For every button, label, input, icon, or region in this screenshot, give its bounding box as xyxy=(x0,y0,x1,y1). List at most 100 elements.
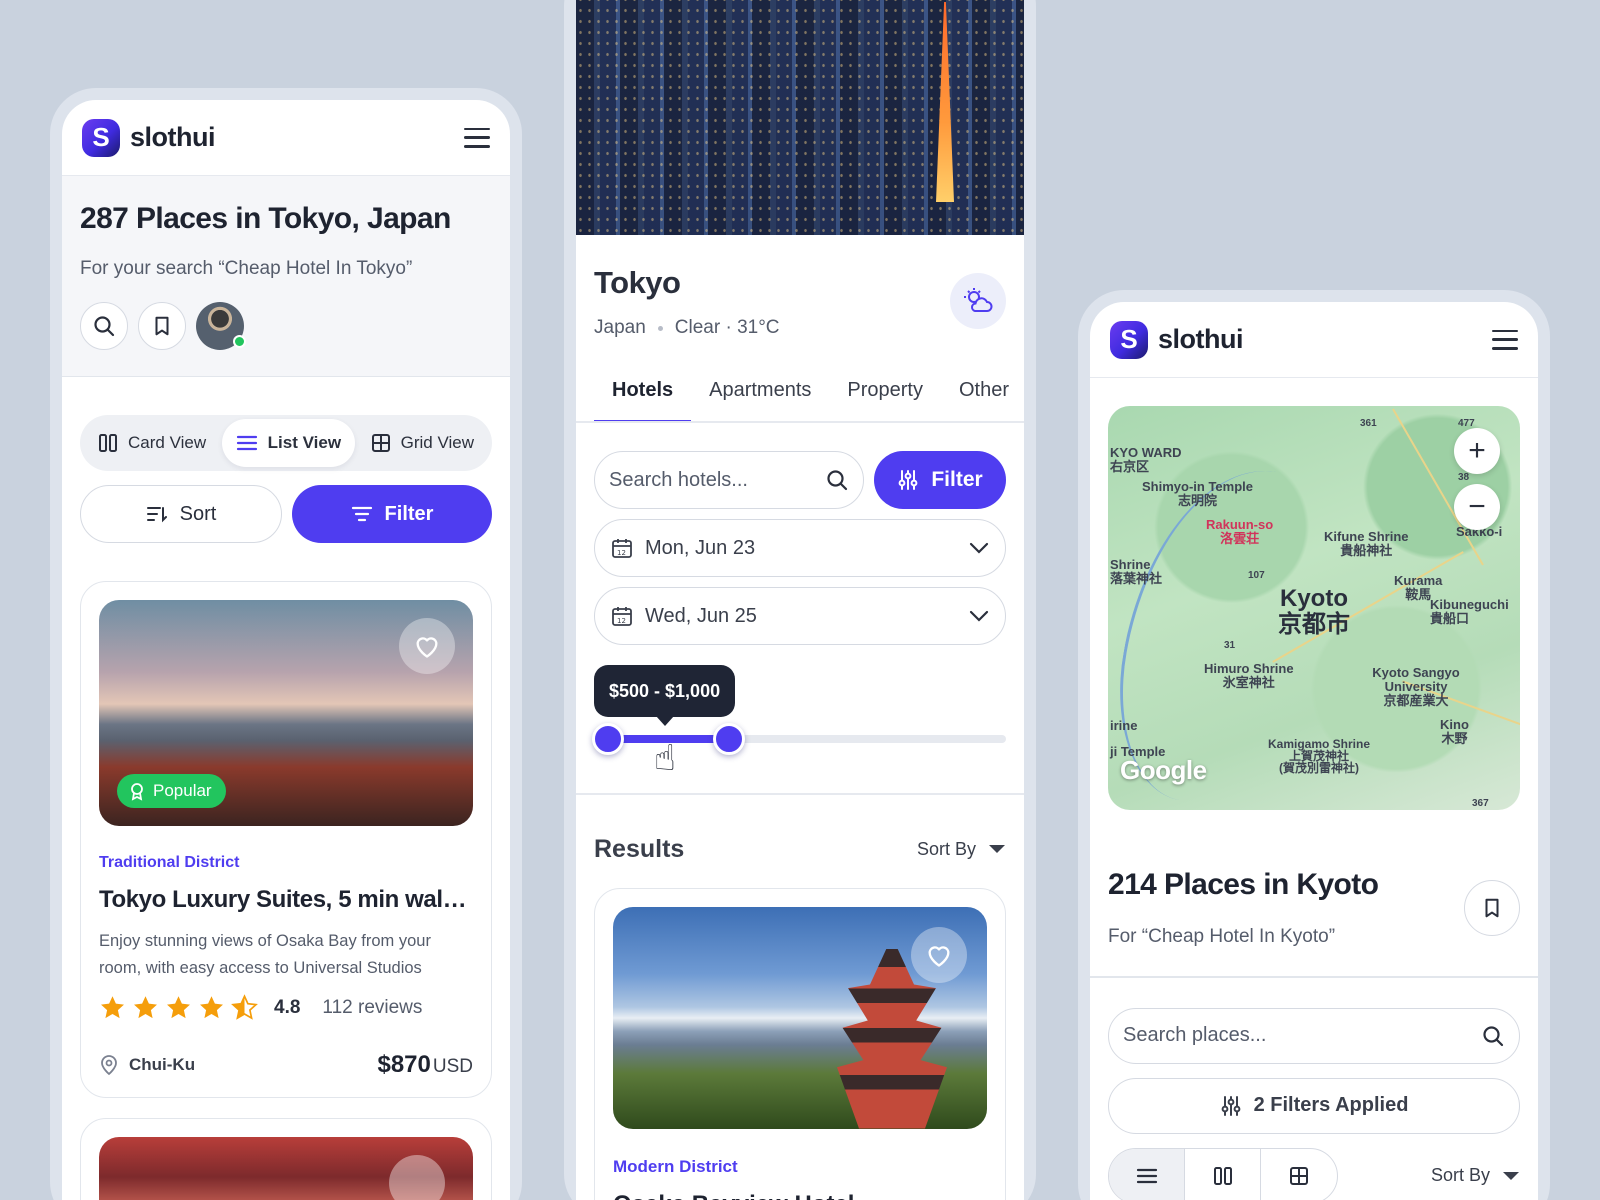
grid-view-tab[interactable] xyxy=(1261,1149,1337,1200)
category-tabs: Hotels Apartments Property Other xyxy=(576,365,1024,423)
app-header: S slothui xyxy=(1090,302,1538,378)
map-search-form: Search places... 2 Filters Applied Sort … xyxy=(1090,978,1538,1200)
slider-thumb-max[interactable] xyxy=(712,723,745,755)
map-label: Shimyo-in Temple 志明院 xyxy=(1142,479,1253,508)
detail-screen: Tokyo Japan Clear · 31°C Hotels Apartmen… xyxy=(576,0,1024,1200)
view-switcher: Card View List View Grid View xyxy=(80,415,492,471)
menu-icon[interactable] xyxy=(1492,329,1518,350)
search-icon xyxy=(1483,1025,1504,1046)
favorite-button[interactable] xyxy=(911,926,967,983)
star-icon xyxy=(167,996,190,1019)
listing-screen: S slothui 287 Places in Tokyo, Japan For… xyxy=(62,100,510,1200)
sort-by-dropdown[interactable]: Sort By xyxy=(1431,1165,1520,1186)
bookmark-button[interactable] xyxy=(1464,880,1520,936)
map-label: KYO WARD 右京区 xyxy=(1110,445,1182,474)
logo-mark: S xyxy=(82,118,120,157)
city-hero-image xyxy=(576,0,1024,235)
map-label: Kino 木野 xyxy=(1440,717,1469,746)
header-actions xyxy=(80,302,492,350)
logo[interactable]: S slothui xyxy=(82,118,216,157)
favorite-button[interactable] xyxy=(399,618,455,674)
check-out-date-select[interactable]: 12 Wed, Jun 25 xyxy=(594,587,1006,645)
search-row: Search hotels... Filter xyxy=(594,451,1006,509)
sort-button[interactable]: Sort xyxy=(80,485,282,543)
columns-icon xyxy=(1213,1166,1232,1185)
search-summary: For your search “Cheap Hotel In Tokyo” xyxy=(80,258,413,279)
sort-icon xyxy=(146,507,167,523)
rating-value: 4.8 xyxy=(274,996,301,1018)
hotel-card[interactable]: Modern District Osaka Bayview Hotel xyxy=(594,887,1006,1200)
caret-down-icon xyxy=(989,845,1005,853)
tab-property[interactable]: Property xyxy=(829,365,941,421)
heart-icon xyxy=(416,637,438,658)
favorite-button-next[interactable] xyxy=(389,1155,445,1200)
bookmark-button[interactable] xyxy=(138,302,186,350)
filters-applied-label: 2 Filters Applied xyxy=(1253,1094,1409,1116)
tab-other[interactable]: Other xyxy=(941,365,1024,421)
map[interactable]: KYO WARD 右京区 Shimyo-in Temple 志明院 Rakuun-s… xyxy=(1108,406,1520,810)
phone-listing: S slothui 287 Places in Tokyo, Japan For… xyxy=(50,88,522,1200)
zoom-out-button[interactable]: − xyxy=(1454,484,1500,530)
chevron-down-icon xyxy=(969,542,989,554)
city-info: Tokyo Japan Clear · 31°C xyxy=(576,235,1024,339)
card-view-tab[interactable] xyxy=(1185,1148,1261,1200)
avatar[interactable] xyxy=(196,302,246,350)
country-label: Japan xyxy=(594,317,646,338)
phone-detail: Tokyo Japan Clear · 31°C Hotels Apartmen… xyxy=(564,0,1036,1200)
price-range-slider[interactable]: $500 - $1,000 ☝ xyxy=(592,665,1006,785)
sort-by-label: Sort By xyxy=(1430,1165,1490,1185)
price-currency: USD xyxy=(432,1056,473,1077)
filter-button[interactable]: Filter xyxy=(874,451,1006,509)
columns-icon xyxy=(99,434,117,452)
award-icon xyxy=(131,783,143,801)
sort-by-dropdown[interactable]: Sort By xyxy=(917,839,1006,860)
page-title: 287 Places in Tokyo, Japan xyxy=(80,202,451,235)
app-header: S slothui xyxy=(62,100,510,176)
map-label: Rakuun-so 洛雲荘 xyxy=(1206,517,1274,546)
weather-button[interactable] xyxy=(950,273,1006,329)
hotel-title[interactable]: Tokyo Luxury Suites, 5 min walking to st… xyxy=(99,886,473,914)
filters-applied-button[interactable]: 2 Filters Applied xyxy=(1108,1077,1520,1134)
hotel-image-next xyxy=(99,1137,473,1200)
hotel-image: Popular xyxy=(99,600,473,826)
logo[interactable]: S slothui xyxy=(1110,320,1244,359)
card-view-tab[interactable]: Card View xyxy=(84,419,220,467)
search-places-input[interactable]: Search places... xyxy=(1108,1007,1520,1064)
partly-cloudy-icon xyxy=(964,288,993,312)
check-out-value: Wed, Jun 25 xyxy=(645,604,757,627)
map-road-number: 361 xyxy=(1360,418,1377,429)
sort-label: Sort xyxy=(179,502,217,525)
hotel-card[interactable]: Popular Traditional District Tokyo Luxur… xyxy=(80,581,492,1098)
check-in-date-select[interactable]: 12 Mon, Jun 23 xyxy=(594,519,1006,577)
review-count[interactable]: 112 reviews xyxy=(322,997,422,1019)
filter-button[interactable]: Filter xyxy=(292,485,492,543)
hotel-card-next[interactable] xyxy=(80,1118,492,1200)
map-label: Kamigamo Shrine 上賀茂神社 (賀茂別雷神社) xyxy=(1268,737,1371,775)
zoom-in-button[interactable]: + xyxy=(1454,428,1500,474)
price-value: $870 xyxy=(377,1051,431,1078)
grid-view-tab[interactable]: Grid View xyxy=(357,419,488,467)
google-logo: Google xyxy=(1120,755,1207,785)
slider-thumb-min[interactable] xyxy=(592,723,624,755)
list-view-tab[interactable] xyxy=(1109,1148,1185,1200)
list-icon xyxy=(236,435,257,451)
grid-icon xyxy=(371,434,390,452)
filter-label: Filter xyxy=(931,468,983,491)
hotel-title[interactable]: Osaka Bayview Hotel xyxy=(613,1191,987,1200)
hotel-image xyxy=(613,906,987,1129)
star-icon xyxy=(101,996,124,1019)
pointer-hand-icon: ☝ xyxy=(654,737,676,778)
search-hotels-input[interactable]: Search hotels... xyxy=(594,451,864,509)
map-label: Himuro Shrine 氷室神社 xyxy=(1204,661,1294,690)
star-icon xyxy=(134,996,157,1019)
city-meta: Japan Clear · 31°C xyxy=(594,317,1006,339)
tab-hotels[interactable]: Hotels xyxy=(594,365,692,421)
map-city-label: Kyoto 京都市 xyxy=(1278,585,1350,638)
menu-icon[interactable] xyxy=(464,127,490,148)
search-button[interactable] xyxy=(80,302,128,350)
search-icon xyxy=(94,316,115,337)
hotel-description: Enjoy stunning views of Osaka Bay from y… xyxy=(99,932,431,977)
list-view-tab[interactable]: List View xyxy=(221,419,356,467)
popular-badge: Popular xyxy=(117,774,226,808)
tab-apartments[interactable]: Apartments xyxy=(691,365,829,421)
